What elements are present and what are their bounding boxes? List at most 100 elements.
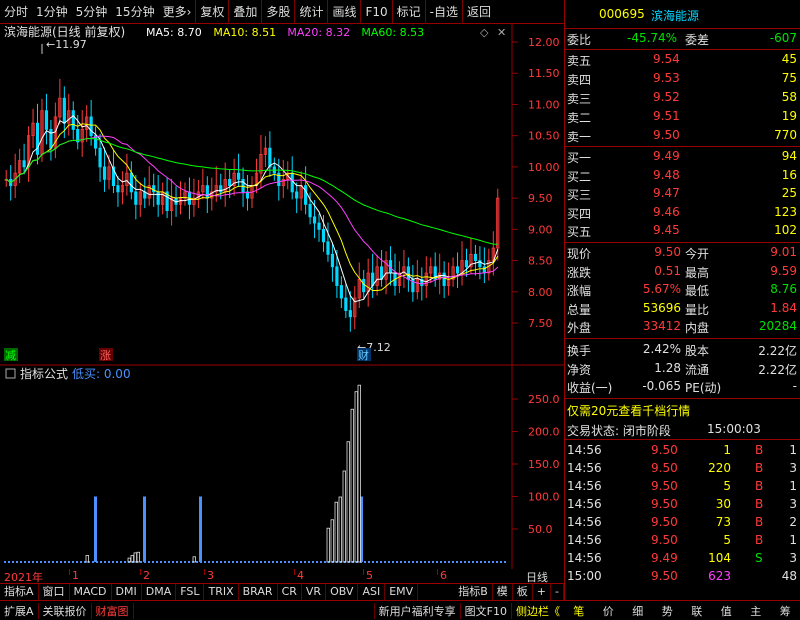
toolbar-item-10[interactable]: F10: [360, 0, 391, 24]
baseline-dot: [312, 561, 314, 563]
toolbar-item-3[interactable]: 15分钟: [111, 0, 158, 24]
baseline-dot: [400, 561, 402, 563]
toolbar-item-7[interactable]: 多股: [261, 0, 294, 24]
baseline-dot: [156, 561, 158, 563]
baseline-dot: [20, 561, 22, 563]
toolbar-item-0[interactable]: 分时: [0, 0, 32, 24]
bottom-right-link-1[interactable]: 图文F10: [459, 602, 511, 619]
indicator-tab-窗口[interactable]: 窗口: [39, 584, 70, 600]
indicator-tab-指标A[interactable]: 指标A: [0, 584, 39, 600]
volume-bar: [350, 408, 354, 563]
toolbar-item-11[interactable]: 标记: [391, 0, 425, 24]
quote-tab-1[interactable]: 价: [599, 603, 618, 619]
toolbar-item-5[interactable]: 复权: [195, 0, 228, 24]
baseline-dot: [216, 561, 218, 563]
indicator-tab-EMV[interactable]: EMV: [385, 584, 419, 600]
indicator-tabs: 指标A 窗口 MACD DMI DMA FSL TRIX BRAR CR VR OBV ASI EMV 指…: [0, 583, 564, 600]
quote-tab-6[interactable]: 主: [746, 603, 765, 619]
indicator-tab-FSL[interactable]: FSL: [176, 584, 205, 600]
marker-jian[interactable]: 减: [5, 349, 16, 362]
close-icon[interactable]: ✕: [497, 26, 506, 39]
quote-tab-0[interactable]: 笔: [569, 603, 588, 619]
indicator-menu-icon[interactable]: [5, 368, 16, 379]
indicator-tab--[interactable]: -: [551, 584, 564, 600]
toolbar-item-2[interactable]: 5分钟: [72, 0, 112, 24]
info-value: 2.22亿: [758, 362, 797, 377]
quote-tab-3[interactable]: 势: [658, 603, 677, 619]
info-value: 1.28: [654, 360, 681, 375]
baseline-dot: [152, 561, 154, 563]
baseline-dot: [92, 561, 94, 563]
x-axis-tick: [69, 569, 70, 575]
toolbar-item-4[interactable]: 更多›: [159, 0, 196, 24]
baseline-dot: [100, 561, 102, 563]
diamond-icon[interactable]: ◇: [480, 26, 489, 39]
indicator-tab-板[interactable]: 板: [513, 584, 533, 600]
baseline-dot: [500, 561, 502, 563]
candle-body: [335, 266, 339, 286]
indicator-tab-VR[interactable]: VR: [302, 584, 327, 600]
price-tick-label: 9.50: [528, 192, 553, 205]
status-label: 交易状态: 闭市阶段: [567, 424, 671, 438]
quote-tab-7[interactable]: 筹: [776, 603, 795, 619]
bottom-left-tab-2[interactable]: 财富图: [92, 602, 134, 619]
toolbar-item-8[interactable]: 统计: [294, 0, 327, 24]
tick-price: 9.50: [651, 497, 678, 511]
toolbar-item-6[interactable]: 叠加: [228, 0, 261, 24]
indicator-tab-模[interactable]: 模: [493, 584, 513, 600]
bottom-left-tab-0[interactable]: 扩展A: [0, 602, 39, 619]
marker-cai[interactable]: 财: [358, 348, 369, 362]
tick-side: B: [755, 515, 764, 529]
candle-body: [98, 147, 102, 168]
promo-row[interactable]: 仅需20元查看千档行情: [567, 401, 799, 419]
bid-label: 买三: [567, 188, 592, 202]
divider: [565, 439, 800, 440]
tick-time: 14:56: [567, 533, 602, 547]
indicator-tab-TRIX[interactable]: TRIX: [204, 584, 239, 600]
ask-label: 卖一: [567, 130, 592, 144]
baseline-dot: [484, 561, 486, 563]
toolbar-item-13[interactable]: 返回: [462, 0, 495, 24]
quote-tab-5[interactable]: 值: [717, 603, 736, 619]
tick-volume: 104: [708, 551, 731, 565]
baseline-dot: [196, 561, 198, 563]
bottom-right-link-0[interactable]: 新用户福利专享: [373, 602, 460, 619]
bottom-right-link-2[interactable]: 侧边栏《: [511, 602, 564, 619]
indicator-tab-+[interactable]: +: [533, 584, 552, 600]
candle-body: [89, 116, 93, 137]
indicator-tab-OBV[interactable]: OBV: [326, 584, 359, 600]
quote-tab-2[interactable]: 细: [628, 603, 647, 619]
ind-tick-label: 150.0: [528, 458, 560, 471]
baseline-dot: [292, 561, 294, 563]
indicator-tab-CR[interactable]: CR: [278, 584, 302, 600]
indicator-tab-ASI[interactable]: ASI: [358, 584, 386, 600]
indicator-tab-BRAR[interactable]: BRAR: [239, 584, 278, 600]
price-tick-label: 12.00: [528, 36, 560, 49]
bid-volume: 94: [781, 149, 797, 163]
candle-body: [290, 172, 294, 193]
candle-body: [442, 272, 446, 286]
baseline-dot: [392, 561, 394, 563]
toolbar-item-1[interactable]: 1分钟: [32, 0, 72, 24]
marker-zhang[interactable]: 涨: [100, 349, 111, 362]
kline-chart[interactable]: 滨海能源(日线 前复权) MA5: 8.70 MA10: 8.51 MA20: 8.3…: [0, 24, 564, 569]
x-axis-label: 1: [72, 569, 79, 582]
indicator-tab-DMA[interactable]: DMA: [142, 584, 177, 600]
tick-volume: 1: [723, 443, 731, 457]
stat-label: 涨跌: [567, 265, 592, 280]
indicator-tab-DMI[interactable]: DMI: [112, 584, 142, 600]
ind-tick-label: 200.0: [528, 426, 560, 439]
indicator-tab-指标B[interactable]: 指标B: [454, 584, 493, 600]
baseline-dot: [164, 561, 166, 563]
candle-body: [156, 191, 160, 205]
toolbar-item-12[interactable]: -自选: [424, 0, 462, 24]
bid-label: 买一: [567, 151, 592, 165]
toolbar-item-9[interactable]: 画线: [327, 0, 360, 24]
quote-tab-4[interactable]: 联: [687, 603, 706, 619]
indicator-tab-MACD[interactable]: MACD: [70, 584, 112, 600]
bid-price: 9.46: [653, 204, 680, 219]
baseline-dot: [272, 561, 274, 563]
baseline-dot: [16, 561, 18, 563]
baseline-dot: [452, 561, 454, 563]
bottom-left-tab-1[interactable]: 关联报价: [39, 602, 92, 619]
